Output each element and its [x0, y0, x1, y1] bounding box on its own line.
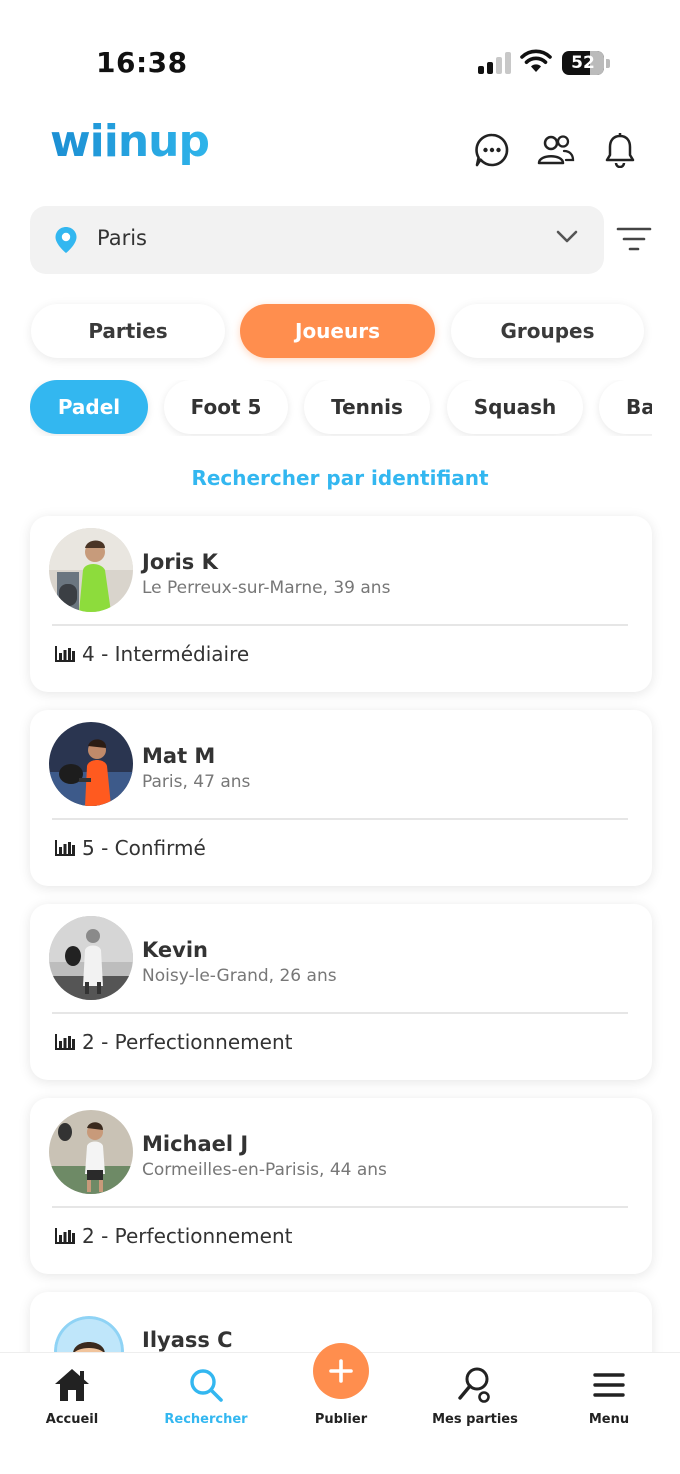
player-card[interactable]: Kevin Noisy-le-Grand, 26 ans 2 - Perfect… [30, 904, 652, 1080]
status-time: 16:38 [96, 46, 188, 79]
player-level-label: 4 - Intermédiaire [82, 642, 250, 666]
nav-label: Publier [314, 1412, 368, 1427]
player-name: Mat M [142, 744, 216, 768]
player-level: 2 - Perfectionnement [54, 1224, 292, 1248]
battery-tip [606, 59, 610, 68]
level-bars-icon [55, 646, 75, 662]
player-level-label: 5 - Confirmé [82, 836, 206, 860]
nav-label: Rechercher [164, 1412, 248, 1427]
player-avatar [49, 722, 133, 806]
level-bars-icon [55, 1228, 75, 1244]
search-by-id-link[interactable]: Rechercher par identifiant [0, 466, 680, 490]
nav-accueil[interactable]: Accueil [12, 1353, 132, 1453]
location-select[interactable]: Paris [30, 206, 604, 274]
menu-icon [593, 1373, 625, 1397]
friends-icon[interactable] [536, 130, 576, 170]
location-pin-icon [55, 227, 77, 253]
search-icon [190, 1369, 223, 1402]
player-level-label: 2 - Perfectionnement [82, 1224, 293, 1248]
racket-icon [458, 1367, 490, 1403]
location-value: Paris [97, 226, 147, 250]
player-avatar [49, 1110, 133, 1194]
card-divider [52, 818, 628, 820]
card-divider [52, 624, 628, 626]
nav-mes-parties[interactable]: Mes parties [415, 1353, 535, 1453]
card-divider [52, 1206, 628, 1208]
player-card[interactable]: Joris K Le Perreux-sur-Marne, 39 ans 4 -… [30, 516, 652, 692]
tab-groupes[interactable]: Groupes [451, 304, 644, 358]
wifi-icon [520, 49, 552, 72]
player-card[interactable]: Michael J Cormeilles-en-Parisis, 44 ans … [30, 1098, 652, 1274]
player-level-label: 2 - Perfectionnement [82, 1030, 293, 1054]
chip-padel[interactable]: Padel [30, 380, 148, 434]
player-location-age: Cormeilles-en-Parisis, 44 ans [142, 1160, 387, 1180]
chip-squash[interactable]: Squash [447, 380, 583, 434]
player-level: 2 - Perfectionnement [54, 1030, 292, 1054]
chip-tennis[interactable]: Tennis [304, 380, 430, 434]
bell-icon[interactable] [600, 130, 640, 170]
status-bar: 16:38 52 [0, 0, 680, 120]
battery-indicator: 52 [562, 51, 604, 75]
player-name: Ilyass C [142, 1328, 233, 1352]
chip-foot5[interactable]: Foot 5 [164, 380, 288, 434]
player-location-age: Paris, 47 ans [142, 772, 251, 792]
level-bars-icon [55, 840, 75, 856]
tab-joueurs[interactable]: Joueurs [240, 304, 435, 358]
player-location-age: Le Perreux-sur-Marne, 39 ans [142, 578, 391, 598]
app-logo: wiinup [50, 116, 210, 167]
chip-partial[interactable]: Ba [599, 380, 652, 434]
player-card[interactable]: Mat M Paris, 47 ans 5 - Confirmé [30, 710, 652, 886]
player-name: Michael J [142, 1132, 249, 1156]
player-name: Kevin [142, 938, 208, 962]
player-level: 5 - Confirmé [54, 836, 206, 860]
chat-icon[interactable] [472, 130, 512, 170]
nav-label: Menu [588, 1412, 630, 1427]
player-avatar [49, 916, 133, 1000]
tab-parties[interactable]: Parties [31, 304, 225, 358]
nav-label: Accueil [45, 1412, 99, 1427]
level-bars-icon [55, 1034, 75, 1050]
card-divider [52, 1012, 628, 1014]
player-location-age: Noisy-le-Grand, 26 ans [142, 966, 337, 986]
nav-menu[interactable]: Menu [549, 1353, 669, 1453]
player-level: 4 - Intermédiaire [54, 642, 249, 666]
home-icon [55, 1369, 89, 1401]
sport-filter-chips: Padel Foot 5 Tennis Squash Ba [30, 380, 652, 436]
player-name: Joris K [142, 550, 218, 574]
cellular-signal-icon [478, 52, 512, 74]
nav-label: Mes parties [432, 1412, 518, 1427]
player-avatar [49, 528, 133, 612]
filter-icon[interactable] [616, 226, 652, 252]
chevron-down-icon [556, 230, 578, 243]
nav-rechercher[interactable]: Rechercher [146, 1353, 266, 1453]
publish-button[interactable] [313, 1343, 369, 1399]
plus-icon [329, 1359, 353, 1383]
